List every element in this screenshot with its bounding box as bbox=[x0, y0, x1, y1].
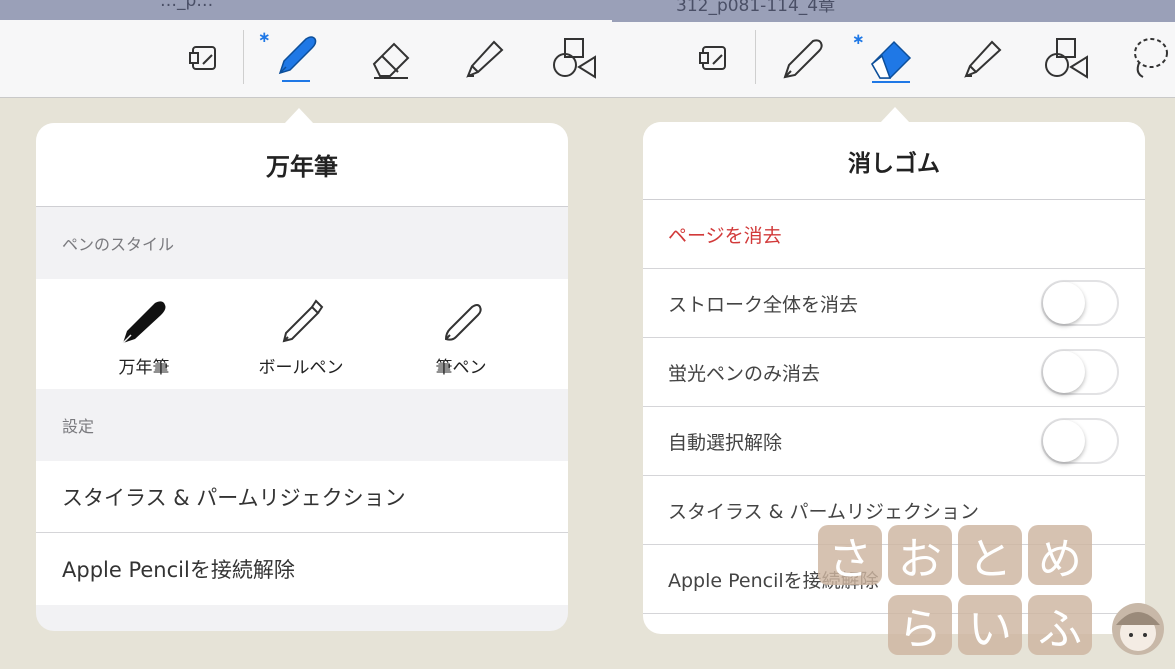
page-template-icon[interactable] bbox=[178, 33, 230, 85]
right-window-title: 312_p081-114_4章 bbox=[676, 0, 836, 16]
pen-style-section-header: ペンのスタイル bbox=[36, 207, 568, 279]
watermark-char: と bbox=[958, 525, 1022, 585]
toggle-knob bbox=[1043, 282, 1085, 324]
right-window-titlebar: 312_p081-114_4章 bbox=[612, 0, 1175, 22]
pen-style-label: 万年筆 bbox=[118, 358, 170, 378]
eraser-icon[interactable] bbox=[366, 32, 418, 84]
toggle-knob bbox=[1043, 351, 1085, 393]
watermark-char: さ bbox=[818, 525, 882, 585]
watermark-char: ふ bbox=[1028, 595, 1092, 655]
erase-whole-stroke-row: ストローク全体を消去 bbox=[643, 269, 1145, 338]
pen-style-label: ボールペン bbox=[258, 358, 344, 378]
pen-style-ballpoint[interactable]: ボールペン bbox=[241, 293, 361, 378]
pen-style-label: 筆ペン bbox=[435, 358, 487, 378]
left-toolbar: ∗ bbox=[0, 20, 612, 98]
right-popover-arrow bbox=[880, 107, 910, 123]
toolbar-separator bbox=[755, 30, 756, 84]
page-template-icon[interactable] bbox=[688, 33, 740, 85]
left-window-titlebar: …_p… bbox=[0, 0, 612, 20]
watermark-char: め bbox=[1028, 525, 1092, 585]
lasso-icon[interactable] bbox=[1124, 32, 1175, 84]
shapes-icon[interactable] bbox=[548, 32, 600, 84]
eraser-icon[interactable] bbox=[866, 32, 918, 84]
toolbar-separator bbox=[243, 30, 244, 84]
clear-page-action[interactable]: ページを消去 bbox=[643, 200, 1145, 269]
brush-pen-icon bbox=[401, 293, 521, 351]
popover-title: 消しゴム bbox=[643, 122, 1145, 200]
auto-deselect-toggle[interactable] bbox=[1041, 418, 1119, 464]
erase-highlighter-only-toggle[interactable] bbox=[1041, 349, 1119, 395]
highlighter-icon[interactable] bbox=[956, 32, 1008, 84]
pen-settings-popover: 万年筆 ペンのスタイル 万年筆 ボールペン 筆ペン 設定 スタイラス & パーム… bbox=[36, 123, 568, 631]
shapes-icon[interactable] bbox=[1040, 32, 1092, 84]
left-window-title: …_p… bbox=[160, 0, 214, 11]
row-label: 自動選択解除 bbox=[668, 431, 783, 454]
erase-whole-stroke-toggle[interactable] bbox=[1041, 280, 1119, 326]
settings-section-header: 設定 bbox=[36, 389, 568, 461]
auto-deselect-row: 自動選択解除 bbox=[643, 407, 1145, 476]
bluetooth-icon: ∗ bbox=[852, 30, 865, 48]
row-label: ストローク全体を消去 bbox=[668, 293, 859, 316]
toggle-knob bbox=[1043, 420, 1085, 462]
ballpoint-pen-icon bbox=[241, 293, 361, 351]
watermark-char: ら bbox=[888, 595, 952, 655]
avatar-icon bbox=[1112, 603, 1164, 655]
stylus-palm-rejection-item[interactable]: スタイラス & パームリジェクション bbox=[36, 461, 568, 533]
watermark-logo: さ お と め ら い ふ bbox=[818, 525, 1175, 669]
row-label: スタイラス & パームリジェクション bbox=[668, 500, 979, 523]
row-label: 蛍光ペンのみ消去 bbox=[668, 362, 821, 385]
left-popover-arrow bbox=[284, 108, 314, 124]
watermark-char: お bbox=[888, 525, 952, 585]
bluetooth-icon: ∗ bbox=[258, 28, 271, 46]
highlighter-icon[interactable] bbox=[458, 32, 510, 84]
pen-style-brush[interactable]: 筆ペン bbox=[401, 293, 521, 378]
pen-icon[interactable] bbox=[776, 32, 828, 84]
erase-highlighter-only-row: 蛍光ペンのみ消去 bbox=[643, 338, 1145, 407]
pen-style-row: 万年筆 ボールペン 筆ペン bbox=[36, 279, 568, 389]
fountain-pen-icon bbox=[84, 293, 204, 351]
watermark-char: い bbox=[958, 595, 1022, 655]
row-label: ページを消去 bbox=[668, 224, 782, 247]
right-toolbar: ∗ bbox=[612, 22, 1175, 98]
disconnect-apple-pencil-item[interactable]: Apple Pencilを接続解除 bbox=[36, 533, 568, 605]
popover-title: 万年筆 bbox=[36, 123, 568, 207]
fountain-pen-icon[interactable] bbox=[270, 31, 322, 83]
pen-style-fountain[interactable]: 万年筆 bbox=[84, 293, 204, 378]
